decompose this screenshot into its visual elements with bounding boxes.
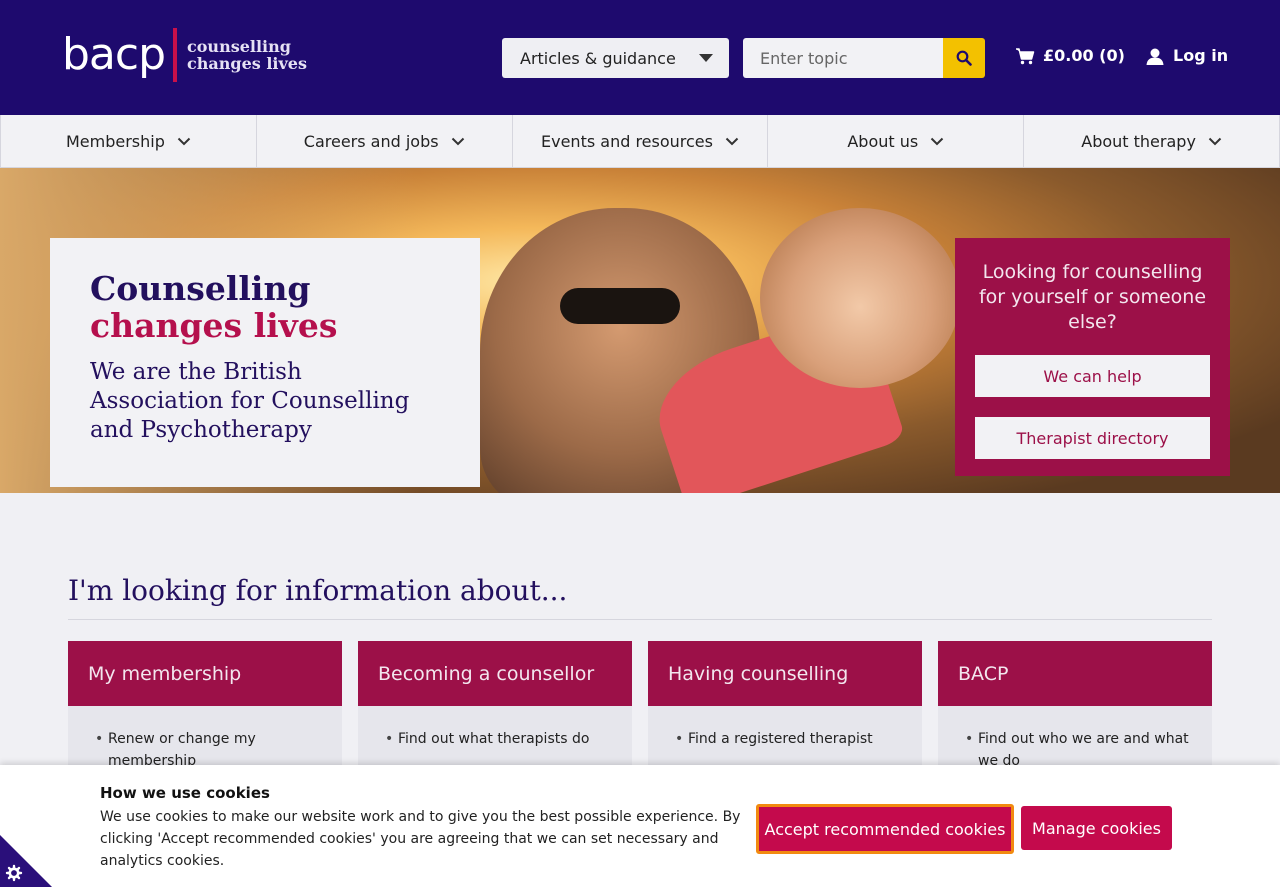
- shopping-cart-icon: [1016, 47, 1035, 64]
- chevron-down-icon: [177, 137, 191, 145]
- help-panel: Looking for counselling for yourself or …: [955, 238, 1230, 476]
- nav-label: About us: [847, 131, 919, 151]
- card-link-list: Renew or change my membership: [68, 706, 342, 772]
- hero-sunglasses: [560, 288, 680, 324]
- chevron-down-icon: [931, 137, 944, 145]
- manage-cookies-button[interactable]: Manage cookies: [1021, 806, 1172, 850]
- user-icon: [1146, 48, 1164, 65]
- hero-textbox: Counselling changes lives We are the Bri…: [50, 238, 480, 487]
- cookie-text: We use cookies to make our website work …: [100, 809, 741, 869]
- search-category-value: Articles & guidance: [520, 48, 676, 68]
- login-label: Log in: [1173, 46, 1229, 65]
- bacp-logo[interactable]: bacp counselling changes lives: [62, 28, 307, 82]
- accept-cookies-button[interactable]: Accept recommended cookies: [756, 804, 1014, 854]
- we-can-help-button[interactable]: We can help: [975, 355, 1210, 397]
- main-nav: Membership Careers and jobs Events and r…: [0, 115, 1280, 168]
- logo-tagline: counselling changes lives: [187, 38, 307, 72]
- site-header: bacp counselling changes lives Articles …: [0, 0, 1280, 115]
- nav-item-careers[interactable]: Careers and jobs: [257, 115, 513, 167]
- search-category-select[interactable]: Articles & guidance: [502, 38, 729, 78]
- search-icon: [956, 50, 972, 66]
- basket-total: £0.00 (0): [1043, 46, 1125, 65]
- login-link[interactable]: Log in: [1145, 46, 1228, 65]
- card-link-list: Find a registered therapist: [648, 706, 922, 750]
- hero-title-accent: changes lives: [90, 306, 338, 345]
- therapist-directory-button[interactable]: Therapist directory: [975, 417, 1210, 459]
- card-link[interactable]: Find a registered therapist: [675, 728, 902, 750]
- card-title[interactable]: Becoming a counsellor: [358, 641, 632, 706]
- nav-label: About therapy: [1081, 131, 1196, 151]
- card-title[interactable]: Having counselling: [648, 641, 922, 706]
- nav-item-about-us[interactable]: About us: [768, 115, 1025, 167]
- card-title[interactable]: My membership: [68, 641, 342, 706]
- search-button[interactable]: [943, 38, 985, 78]
- nav-item-events[interactable]: Events and resources: [513, 115, 769, 167]
- search-input[interactable]: [743, 38, 943, 78]
- nav-item-about-therapy[interactable]: About therapy: [1024, 115, 1280, 167]
- basket-link[interactable]: £0.00 (0): [1015, 46, 1125, 65]
- hero-title: Counselling changes lives: [90, 270, 440, 344]
- hero-child: [760, 208, 960, 388]
- logo-wordmark: bacp: [62, 29, 166, 80]
- cookie-settings-icon[interactable]: [0, 835, 52, 887]
- hero-subtitle: We are the British Association for Couns…: [90, 359, 410, 443]
- info-heading: I'm looking for information about...: [68, 574, 568, 607]
- divider: [68, 619, 1212, 620]
- chevron-down-icon: [451, 137, 464, 145]
- card-link-list: Find out what therapists do: [358, 706, 632, 750]
- hero-title-part1: Counselling: [90, 269, 311, 308]
- card-title[interactable]: BACP: [938, 641, 1212, 706]
- chevron-down-icon: [1208, 137, 1222, 145]
- tagline-line2: changes lives: [187, 54, 307, 73]
- card-link-list: Find out who we are and what we do: [938, 706, 1212, 772]
- caret-down-icon: [699, 54, 713, 62]
- nav-label: Events and resources: [541, 131, 713, 151]
- nav-item-membership[interactable]: Membership: [0, 115, 257, 167]
- chevron-down-icon: [725, 137, 739, 145]
- nav-label: Careers and jobs: [303, 131, 439, 151]
- nav-label: Membership: [65, 131, 165, 151]
- cookie-title: How we use cookies: [100, 784, 270, 802]
- logo-divider: [173, 28, 178, 82]
- help-question: Looking for counselling for yourself or …: [978, 261, 1207, 333]
- card-link[interactable]: Find out what therapists do: [385, 728, 612, 750]
